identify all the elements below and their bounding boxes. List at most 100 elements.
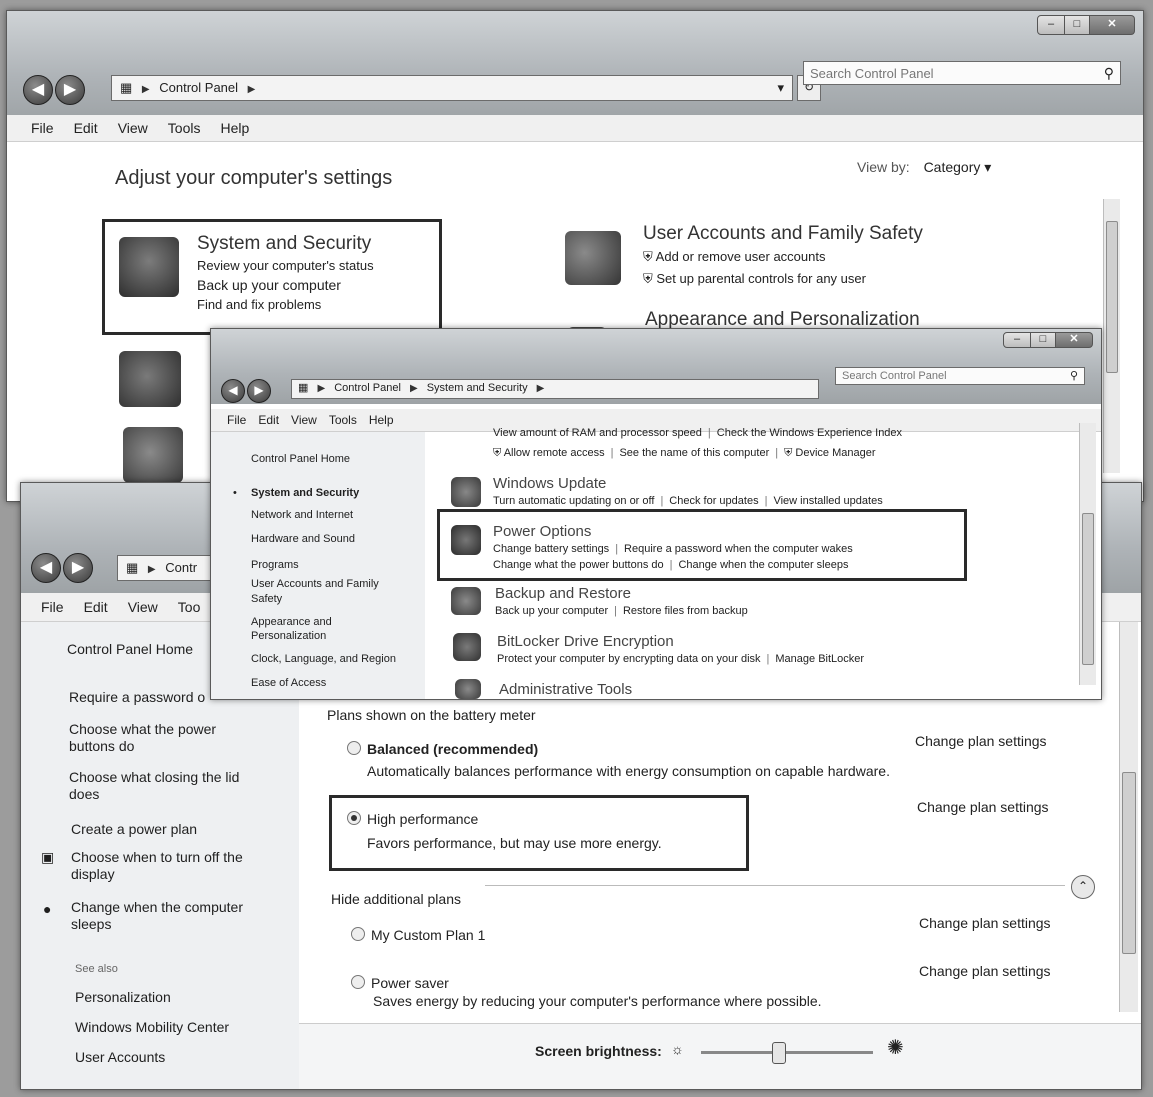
maximize-button[interactable]: □	[1031, 332, 1056, 348]
vertical-scrollbar[interactable]	[1119, 622, 1138, 1012]
menu-help[interactable]: Help	[363, 409, 400, 431]
breadcrumb-system-security[interactable]: System and Security	[427, 382, 528, 394]
nav-link-computer-sleeps[interactable]: Change when the computer sleeps	[71, 899, 281, 933]
menu-edit[interactable]: Edit	[74, 593, 118, 621]
change-plan-settings-link[interactable]: Change plan settings	[919, 963, 1051, 979]
task-link[interactable]: Check the Windows Experience Index	[717, 427, 902, 439]
back-button[interactable]: ◀	[31, 553, 61, 583]
nav-link-create-plan[interactable]: Create a power plan	[71, 821, 197, 838]
menu-file[interactable]: File	[211, 409, 252, 431]
menu-view[interactable]: View	[285, 409, 323, 431]
address-bar[interactable]: ▦ ▶ Control Panel ▶ System and Security …	[291, 379, 819, 399]
task-link[interactable]: Back up your computer	[495, 605, 608, 617]
item-title[interactable]: Backup and Restore	[495, 585, 631, 602]
close-button[interactable]: ✕	[1090, 15, 1135, 35]
category-link[interactable]: Set up parental controls for any user	[656, 271, 866, 286]
task-link[interactable]: Restore files from backup	[623, 605, 748, 617]
task-link[interactable]: Protect your computer by encrypting data…	[497, 653, 761, 665]
forward-button[interactable]: ▶	[63, 553, 93, 583]
menu-tools[interactable]: Tools	[158, 115, 211, 141]
see-also-link[interactable]: Windows Mobility Center	[75, 1019, 229, 1036]
view-by-dropdown[interactable]: Category ▾	[924, 159, 992, 175]
forward-button[interactable]: ▶	[247, 379, 271, 403]
breadcrumb-control-panel[interactable]: Control Panel	[159, 80, 238, 95]
item-title[interactable]: BitLocker Drive Encryption	[497, 633, 674, 650]
item-title[interactable]: Windows Update	[493, 475, 606, 492]
hide-additional-plans[interactable]: Hide additional plans	[331, 891, 461, 907]
chevron-down-icon: ▾	[984, 159, 992, 175]
scrollbar-thumb[interactable]	[1082, 513, 1094, 665]
nav-link-system-security[interactable]: System and Security	[251, 485, 359, 502]
search-input[interactable]: Search Control Panel ⚲	[835, 367, 1085, 385]
scrollbar-thumb[interactable]	[1106, 221, 1118, 373]
highlight-box	[437, 509, 967, 581]
see-also-link[interactable]: Personalization	[75, 989, 171, 1006]
nav-link-closing-lid[interactable]: Choose what closing the lid does	[69, 769, 259, 803]
item-title[interactable]: Administrative Tools	[499, 681, 632, 698]
back-button[interactable]: ◀	[221, 379, 245, 403]
nav-link-power-buttons[interactable]: Choose what the power buttons do	[69, 721, 249, 755]
menu-view[interactable]: View	[118, 593, 168, 621]
item-links: Protect your computer by encrypting data…	[497, 653, 865, 665]
nav-link-network[interactable]: Network and Internet	[251, 507, 353, 524]
menu-tools[interactable]: Too	[168, 593, 211, 621]
change-plan-settings-link[interactable]: Change plan settings	[915, 733, 1047, 749]
nav-link-turn-off-display[interactable]: Choose when to turn off the display	[71, 849, 281, 883]
nav-link-ease-of-access[interactable]: Ease of Access	[251, 675, 326, 692]
back-button[interactable]: ◀	[23, 75, 53, 105]
menu-file[interactable]: File	[21, 593, 74, 621]
address-dropdown-icon[interactable]: ▾	[777, 76, 784, 99]
category-link[interactable]: Add or remove user accounts	[656, 249, 826, 264]
vertical-scrollbar[interactable]	[1079, 423, 1096, 685]
task-link[interactable]: Device Manager	[795, 447, 875, 459]
minimize-button[interactable]: –	[1003, 332, 1031, 348]
nav-link-clock[interactable]: Clock, Language, and Region	[251, 651, 396, 668]
menu-help[interactable]: Help	[210, 115, 259, 141]
brightness-slider[interactable]	[701, 1042, 873, 1064]
collapse-chevron-icon[interactable]: ⌃	[1071, 875, 1095, 899]
menu-edit[interactable]: Edit	[64, 115, 108, 141]
menu-tools[interactable]: Tools	[323, 409, 363, 431]
breadcrumb-control-panel[interactable]: Contr	[165, 560, 197, 575]
menu-file[interactable]: File	[7, 115, 64, 141]
minimize-button[interactable]: –	[1037, 15, 1065, 35]
nav-link-user-accounts[interactable]: User Accounts and Family Safety	[251, 577, 411, 607]
shield-icon: ⛨	[643, 271, 653, 286]
breadcrumb-control-panel[interactable]: Control Panel	[334, 382, 401, 394]
nav-link-hardware[interactable]: Hardware and Sound	[251, 531, 355, 548]
see-also-link[interactable]: User Accounts	[75, 1049, 165, 1066]
maximize-button[interactable]: □	[1065, 15, 1090, 35]
nav-link-appearance[interactable]: Appearance and Personalization	[251, 615, 371, 643]
task-link[interactable]: View amount of RAM and processor speed	[493, 427, 702, 439]
brightness-slider-thumb[interactable]	[772, 1042, 787, 1064]
control-panel-home-link[interactable]: Control Panel Home	[67, 641, 193, 658]
brightness-bar	[299, 1023, 1141, 1089]
plan-name: Power saver	[371, 975, 449, 991]
plan-radio-custom[interactable]	[351, 927, 365, 941]
forward-button[interactable]: ▶	[55, 75, 85, 105]
nav-link-programs[interactable]: Programs	[251, 557, 299, 574]
change-plan-settings-link[interactable]: Change plan settings	[919, 915, 1051, 931]
plan-radio-power-saver[interactable]	[351, 975, 365, 989]
task-link[interactable]: View installed updates	[773, 495, 882, 507]
close-button[interactable]: ✕	[1056, 332, 1093, 348]
address-bar[interactable]: ▦ ▶ Control Panel ▶ ▾	[111, 75, 793, 101]
menu-view[interactable]: View	[108, 115, 158, 141]
item-links: Turn automatic updating on or off | Check …	[493, 495, 883, 507]
vertical-scrollbar[interactable]	[1103, 199, 1120, 473]
task-link[interactable]: See the name of this computer	[619, 447, 769, 459]
task-link[interactable]: Turn automatic updating on or off	[493, 495, 654, 507]
plan-radio-balanced[interactable]	[347, 741, 361, 755]
search-input[interactable]: Search Control Panel ⚲	[803, 61, 1121, 85]
nav-link-require-password[interactable]: Require a password o	[69, 689, 205, 706]
plan-balanced: Balanced (recommended)	[347, 741, 538, 757]
menu-edit[interactable]: Edit	[252, 409, 285, 431]
task-link[interactable]: Check for updates	[669, 495, 758, 507]
task-link[interactable]: Manage BitLocker	[775, 653, 864, 665]
category-title[interactable]: User Accounts and Family Safety	[643, 223, 963, 245]
admin-tools-icon	[455, 679, 481, 699]
control-panel-home-link[interactable]: Control Panel Home	[251, 451, 350, 468]
change-plan-settings-link[interactable]: Change plan settings	[917, 799, 1049, 815]
task-link[interactable]: Allow remote access	[504, 447, 605, 459]
scrollbar-thumb[interactable]	[1122, 772, 1136, 954]
